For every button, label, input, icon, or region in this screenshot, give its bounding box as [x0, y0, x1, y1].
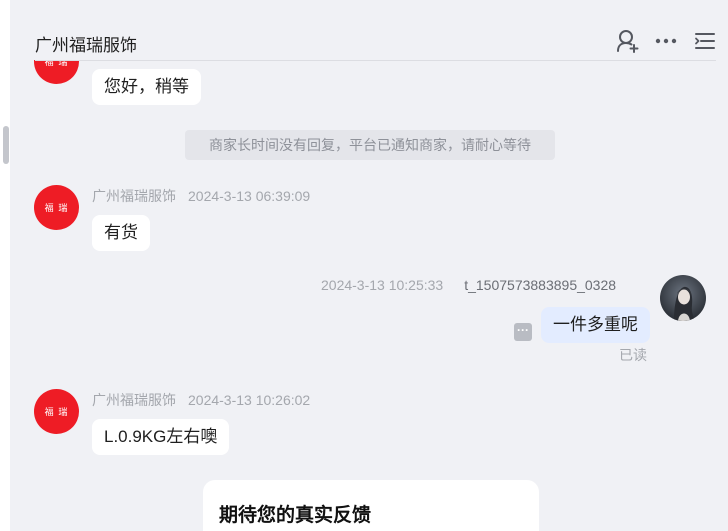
- chat-title: 广州福瑞服饰: [35, 36, 137, 55]
- add-user-icon[interactable]: [615, 28, 641, 54]
- shop-avatar[interactable]: 福 瑞: [34, 389, 79, 434]
- message-time: 2024-3-13 10:26:02: [188, 392, 311, 408]
- message-more-icon[interactable]: ···: [514, 323, 532, 341]
- read-status: 已读: [619, 347, 647, 363]
- shop-avatar[interactable]: 福 瑞: [34, 185, 79, 230]
- message-meta: 广州福瑞服饰 2024-3-13 10:26:02: [92, 390, 310, 410]
- sender-name: 广州福瑞服饰: [92, 188, 176, 204]
- message-bubble[interactable]: 您好，稍等: [92, 69, 201, 105]
- list-icon[interactable]: [692, 28, 718, 54]
- system-notice: 商家长时间没有回复，平台已通知商家，请耐心等待: [185, 130, 555, 160]
- left-strip: [0, 0, 10, 531]
- scrollbar-thumb[interactable]: [3, 126, 9, 164]
- message-time: 2024-3-13 06:39:09: [188, 188, 311, 204]
- user-avatar[interactable]: [660, 275, 706, 321]
- chat-header: 广州福瑞服饰: [10, 0, 728, 61]
- feedback-card[interactable]: 期待您的真实反馈: [203, 480, 539, 531]
- header-divider: [35, 60, 716, 61]
- sender-name: 广州福瑞服饰: [92, 392, 176, 408]
- sender-name: t_1507573883895_0328: [464, 277, 617, 293]
- message-bubble[interactable]: L.0.9KG左右噢: [92, 419, 230, 455]
- feedback-card-title: 期待您的真实反馈: [219, 505, 372, 526]
- message-meta: 广州福瑞服饰 2024-3-13 06:39:09: [92, 186, 310, 206]
- message-time: 2024-3-13 10:25:33: [321, 277, 444, 293]
- more-icon[interactable]: [653, 28, 679, 54]
- message-bubble[interactable]: 有货: [92, 215, 150, 251]
- message-meta: 2024-3-13 10:25:33 t_1507573883895_0328: [321, 277, 616, 293]
- shop-avatar-text: 福 瑞: [44, 408, 69, 418]
- user-avatar-image: [660, 275, 706, 321]
- shop-avatar-text: 福 瑞: [44, 204, 69, 214]
- my-message-bubble[interactable]: 一件多重呢: [541, 307, 650, 343]
